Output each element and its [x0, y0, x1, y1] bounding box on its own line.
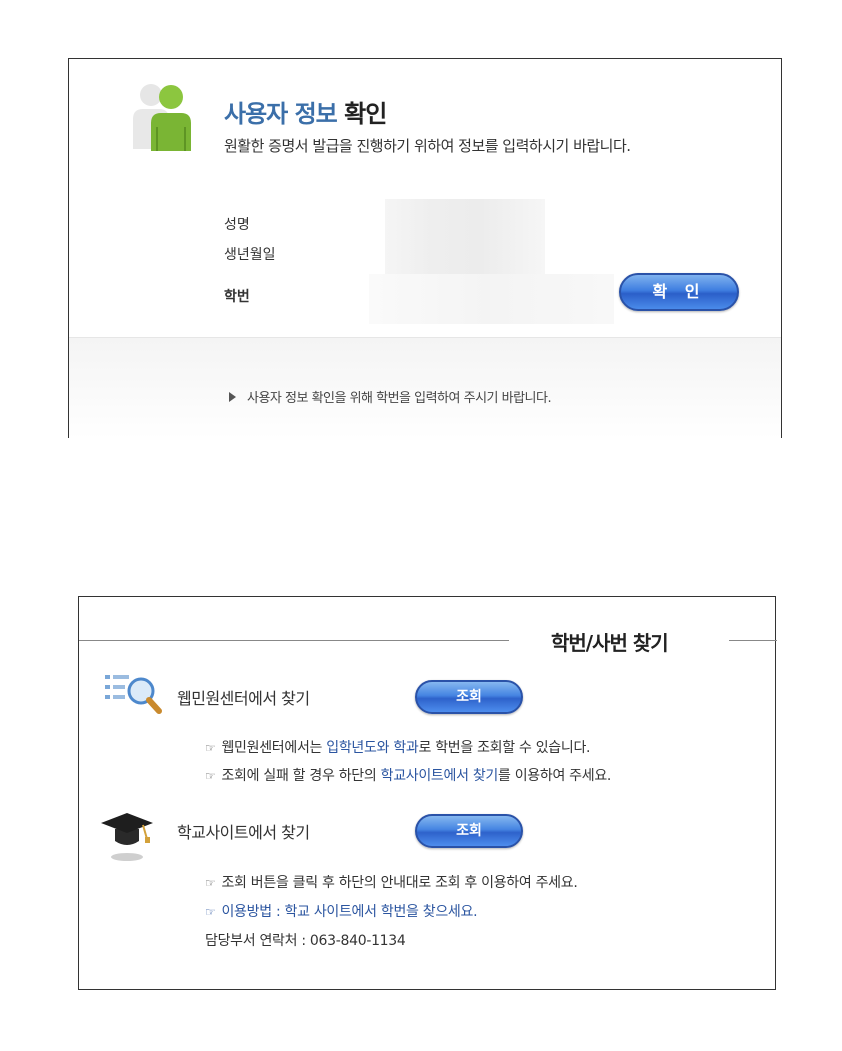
student-number-field[interactable] — [369, 274, 614, 324]
webmin-bullet-2-highlight: 학교사이트에서 찾기 — [380, 768, 499, 784]
webmin-bullet-2: ☞ 조회에 실패 할 경우 하단의 학교사이트에서 찾기를 이용하여 주세요. — [205, 765, 611, 785]
webmin-bullet-1-text-a: 웹민원센터에서는 — [221, 740, 327, 756]
page-title: 사용자 정보 확인 — [224, 94, 387, 129]
school-bullet-1: ☞ 조회 버튼을 클릭 후 하단의 안내대로 조회 후 이용하여 주세요. — [205, 872, 578, 892]
title-dark: 확인 — [344, 100, 387, 128]
webmin-bullet-2-text-a: 조회에 실패 할 경우 하단의 — [221, 768, 381, 784]
divider-right — [729, 640, 777, 641]
school-bullet-1-text: 조회 버튼을 클릭 후 하단의 안내대로 조회 후 이용하여 주세요. — [221, 875, 578, 891]
contact-info: 담당부서 연락처 : 063-840-1134 — [205, 933, 406, 949]
pointing-hand-icon: ☞ — [205, 769, 216, 783]
subtitle: 원활한 증명서 발급을 진행하기 위하여 정보를 입력하시기 바랍니다. — [224, 137, 631, 155]
divider-left — [79, 640, 509, 641]
webmin-bullet-1-text-b: 로 학번을 조회할 수 있습니다. — [418, 740, 591, 756]
graduation-cap-icon — [101, 813, 153, 861]
pointing-hand-icon: ☞ — [205, 905, 216, 919]
webmin-bullet-1: ☞ 웹민원센터에서는 입학년도와 학과로 학번을 조회할 수 있습니다. — [205, 737, 591, 757]
webmin-bullet-2-text-b: 를 이용하여 주세요. — [497, 768, 612, 784]
school-bullet-2-text: 이용방법 : 학교 사이트에서 학번을 찾으세요. — [221, 904, 478, 920]
confirm-button[interactable]: 확 인 — [619, 273, 739, 311]
webmin-bullet-1-highlight: 입학년도와 학과 — [326, 740, 419, 756]
student-number-label: 학번 — [224, 289, 250, 305]
school-bullet-2: ☞ 이용방법 : 학교 사이트에서 학번을 찾으세요. — [205, 901, 478, 921]
find-title: 학번/사번 찾기 — [551, 631, 669, 655]
webmin-title: 웹민원센터에서 찾기 — [177, 689, 310, 708]
school-title: 학교사이트에서 찾기 — [177, 823, 310, 842]
footer-note-area: 사용자 정보 확인을 위해 학번을 입력하여 주시기 바랍니다. — [69, 337, 781, 439]
pointing-hand-icon: ☞ — [205, 741, 216, 755]
user-verify-panel: 사용자 정보 확인 원활한 증명서 발급을 진행하기 위하여 정보를 입력하시기… — [68, 58, 782, 439]
birthdate-label: 생년월일 — [224, 247, 276, 263]
webmin-query-button[interactable]: 조회 — [415, 680, 523, 714]
footer-note: 사용자 정보 확인을 위해 학번을 입력하여 주시기 바랍니다. — [247, 391, 552, 406]
redacted-info — [385, 199, 545, 279]
find-number-panel: 학번/사번 찾기 웹민원센터에서 찾기 조회 ☞ 웹민원센터에서는 입학년도와 학… — [78, 596, 777, 990]
search-list-icon — [105, 675, 162, 714]
pointing-hand-icon: ☞ — [205, 876, 216, 890]
play-triangle-icon — [229, 392, 236, 402]
title-blue: 사용자 정보 — [224, 100, 338, 128]
users-icon — [133, 84, 191, 151]
school-query-button[interactable]: 조회 — [415, 814, 523, 848]
name-label: 성명 — [224, 217, 250, 233]
